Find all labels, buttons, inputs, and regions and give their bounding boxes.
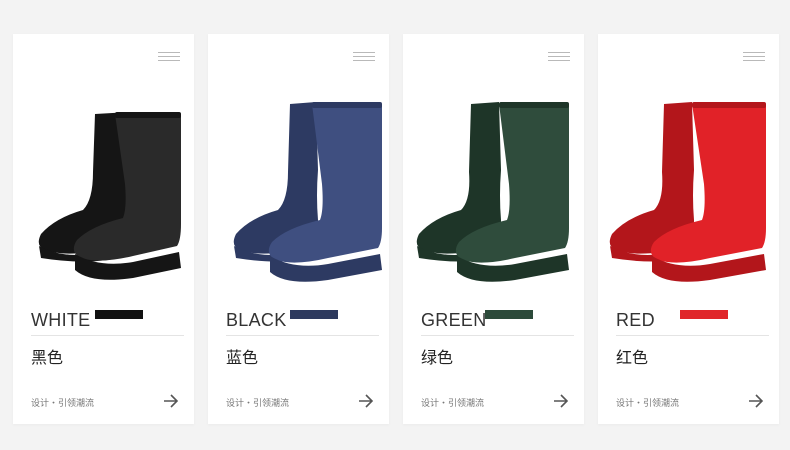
tagline: 设计・引领潮流 xyxy=(31,399,95,409)
color-swatch xyxy=(95,310,143,319)
boot-image xyxy=(38,112,181,280)
product-color-row: WHITE 黑色 设计・引领潮流 BLACK 蓝色 设计・引领潮流 GREEN … xyxy=(0,0,790,450)
color-swatch xyxy=(290,310,338,319)
tagline: 设计・引领潮流 xyxy=(421,399,485,409)
color-swatch xyxy=(485,310,533,319)
product-card-3[interactable]: GREEN 绿色 设计・引领潮流 xyxy=(403,34,584,424)
arrow-right-icon[interactable] xyxy=(552,392,570,410)
color-name-en: BLACK xyxy=(226,310,287,330)
color-name-cn: 黑色 xyxy=(31,348,64,367)
product-card-1[interactable]: WHITE 黑色 设计・引领潮流 xyxy=(13,34,194,424)
color-name-en: WHITE xyxy=(31,310,91,330)
arrow-right-icon[interactable] xyxy=(357,392,375,410)
color-name-en: RED xyxy=(616,310,655,330)
tagline: 设计・引领潮流 xyxy=(226,399,290,409)
divider xyxy=(31,335,184,336)
arrow-right-icon[interactable] xyxy=(747,392,765,410)
divider xyxy=(226,335,379,336)
color-name-cn: 绿色 xyxy=(421,348,454,367)
arrow-right-icon[interactable] xyxy=(162,392,180,410)
color-name-en: GREEN xyxy=(421,310,487,330)
product-card-4[interactable]: RED 红色 设计・引领潮流 xyxy=(598,34,779,424)
divider xyxy=(421,335,574,336)
color-name-cn: 蓝色 xyxy=(226,348,259,367)
color-swatch xyxy=(680,310,728,319)
boot-image xyxy=(233,102,382,282)
menu-icon[interactable] xyxy=(548,52,570,64)
tagline: 设计・引领潮流 xyxy=(616,399,680,409)
color-name-cn: 红色 xyxy=(616,348,649,367)
product-card-2[interactable]: BLACK 蓝色 设计・引领潮流 xyxy=(208,34,389,424)
menu-icon[interactable] xyxy=(743,52,765,64)
menu-icon[interactable] xyxy=(353,52,375,64)
divider xyxy=(616,335,769,336)
boot-image xyxy=(416,102,569,282)
boot-image xyxy=(609,102,766,282)
menu-icon[interactable] xyxy=(158,52,180,64)
